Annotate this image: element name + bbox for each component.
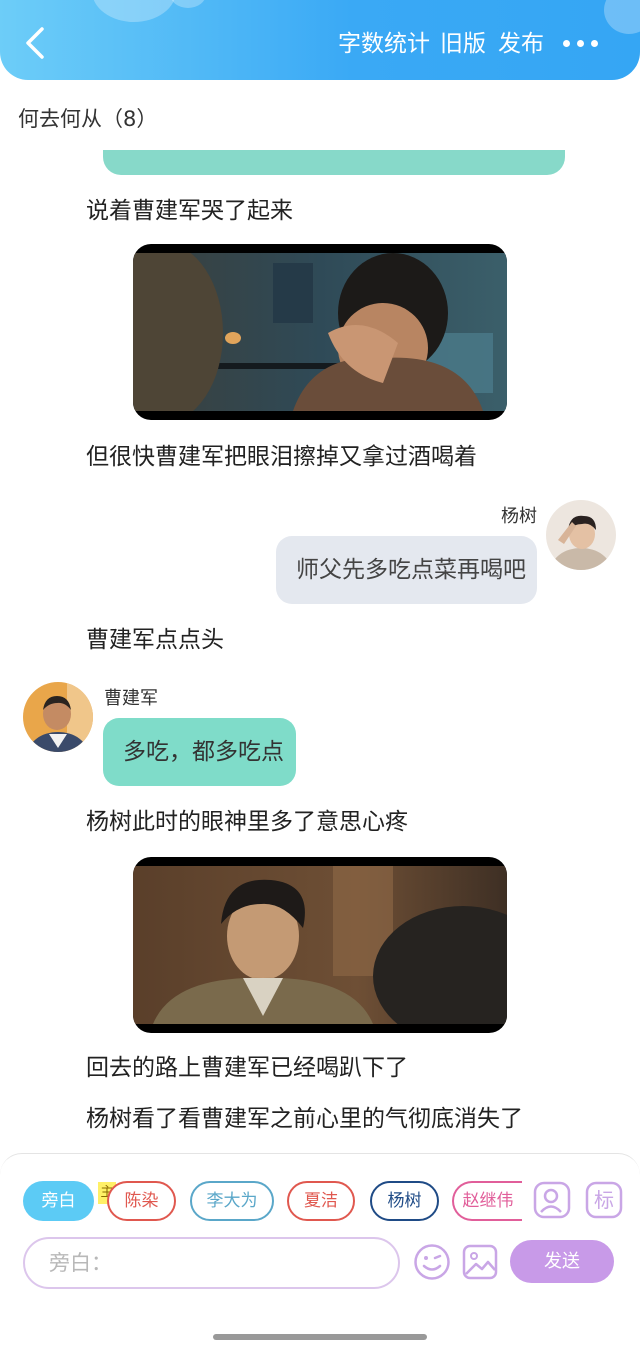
story-title: 何去何从（8）: [18, 107, 158, 131]
message-input[interactable]: 旁白：: [23, 1237, 400, 1289]
send-button[interactable]: 发送: [510, 1240, 614, 1283]
role-chip-yangshu[interactable]: 杨树: [370, 1181, 439, 1221]
more-dots-icon[interactable]: [560, 34, 600, 54]
video-still-crying[interactable]: [133, 244, 507, 420]
role-chip-lidawei[interactable]: 李大为: [190, 1181, 274, 1221]
home-indicator[interactable]: [213, 1334, 427, 1340]
avatar-image: [23, 682, 93, 752]
emoji-icon[interactable]: [413, 1243, 451, 1281]
decorative-bubble: [170, 0, 206, 8]
narration-line[interactable]: 回去的路上曹建军已经喝趴下了: [86, 1052, 408, 1084]
publish-link[interactable]: 发布: [498, 28, 544, 60]
speaker-name-yangshu: 杨树: [501, 506, 537, 527]
narration-line[interactable]: 但很快曹建军把眼泪擦掉又拿过酒喝着: [86, 441, 477, 473]
speaker-name-caojianjun: 曹建军: [104, 688, 158, 709]
back-button[interactable]: [22, 26, 50, 60]
decorative-bubble: [92, 0, 176, 22]
decorative-bubble: [604, 0, 640, 34]
role-chip-narrator[interactable]: 旁白: [23, 1181, 94, 1221]
mark-label: 标: [594, 1188, 614, 1212]
chat-bubble[interactable]: 师父先多吃点菜再喝吧: [276, 536, 537, 604]
video-still-yangshu[interactable]: [133, 857, 507, 1033]
role-chip-chenran[interactable]: 陈染: [107, 1181, 176, 1221]
top-bar: 字数统计 旧版 发布: [0, 0, 640, 80]
word-count-link[interactable]: 字数统计: [338, 28, 430, 60]
narration-line[interactable]: 杨树看了看曹建军之前心里的气彻底消失了: [86, 1103, 523, 1135]
image-icon[interactable]: [462, 1244, 498, 1280]
narration-line[interactable]: 说着曹建军哭了起来: [86, 195, 293, 227]
old-version-link[interactable]: 旧版: [440, 28, 486, 60]
avatar-image: [546, 500, 616, 570]
scene-image: [133, 866, 507, 1024]
scene-image: [133, 253, 507, 411]
previous-chat-bubble[interactable]: [103, 150, 565, 175]
role-chip-xiajie[interactable]: 夏洁: [287, 1181, 355, 1221]
narration-line[interactable]: 曹建军点点头: [86, 624, 224, 656]
mark-icon[interactable]: 标: [585, 1181, 623, 1219]
add-role-icon[interactable]: [533, 1181, 571, 1219]
narration-line[interactable]: 杨树此时的眼神里多了意思心疼: [86, 806, 408, 838]
role-chip-zhaojiwei[interactable]: 赵继伟: [452, 1181, 522, 1221]
chat-bubble[interactable]: 多吃，都多吃点: [103, 718, 296, 786]
avatar[interactable]: [23, 682, 93, 752]
avatar[interactable]: [546, 500, 616, 570]
chevron-left-icon: [26, 27, 44, 59]
